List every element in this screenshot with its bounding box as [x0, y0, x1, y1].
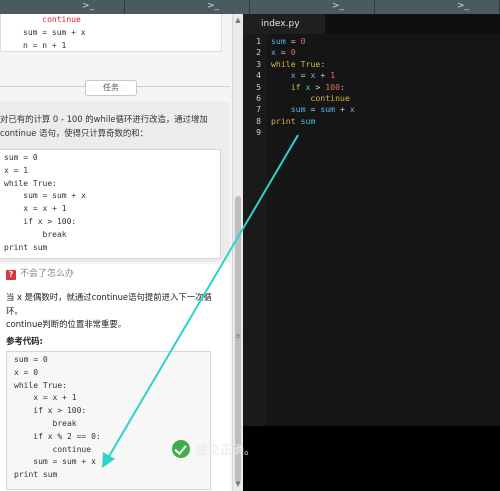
code-line: x = x + 1 — [14, 393, 77, 403]
top-tab-bar: >_ >_ >_ >_ — [0, 0, 500, 14]
hint-paragraph: 当 x 是偶数时，就通过continue语句提前进入下一次循环。 — [6, 292, 212, 316]
check-circle-icon — [172, 440, 190, 458]
code-line: print sum — [14, 470, 58, 480]
terminal-icon: >_ — [81, 1, 94, 11]
hint-title: 不会了怎么办 — [20, 269, 75, 279]
line-code: sum = 0 — [271, 36, 306, 46]
code-line: sum = sum + x — [23, 27, 86, 37]
line-number: 7 — [256, 104, 261, 115]
line-number: 3 — [256, 58, 261, 69]
top-tab[interactable]: >_ — [125, 0, 250, 14]
top-tab[interactable]: >_ — [0, 0, 125, 14]
line-number: 6 — [256, 93, 261, 103]
reference-code-label: 参考代码: — [6, 336, 43, 346]
output-console — [243, 426, 500, 491]
code-line: sum = sum + x — [4, 191, 86, 201]
code-line: sum = 0 — [14, 355, 48, 364]
code-line: break — [4, 229, 67, 239]
submit-result-message: 提交正确。 — [196, 443, 256, 457]
reference-code-box: sum = 0 x = 0 while True: x = x + 1 if x… — [6, 351, 211, 490]
editor-tab-bar: index.py — [243, 14, 500, 34]
code-line: while True: — [14, 380, 67, 390]
scroll-up-icon[interactable]: ▲ — [234, 16, 242, 24]
task-tab-button[interactable]: 任务 — [85, 80, 137, 96]
line-number: 5 — [256, 81, 261, 92]
scroll-down-icon[interactable]: ▼ — [234, 480, 242, 488]
code-block: continue sum = sum + x n = n + 1 — [23, 14, 86, 52]
top-tab[interactable]: >_ — [375, 0, 500, 14]
top-tab[interactable]: >_ — [250, 0, 375, 14]
scroll-grip-icon: ≡ — [235, 332, 241, 340]
code-line: sum = 0 — [4, 153, 38, 162]
line-code: print sum — [271, 115, 316, 126]
code-line: n = n + 1 — [23, 40, 67, 50]
line-code: while True: — [271, 58, 326, 69]
line-code: sum = sum + x — [271, 104, 355, 115]
code-line: x = x + 1 — [4, 204, 67, 214]
code-line: continue — [14, 444, 92, 454]
terminal-icon: >_ — [206, 1, 219, 11]
line-number: 1 — [256, 36, 261, 46]
lesson-scrollbar[interactable]: ▲ ≡ ▼ — [232, 14, 243, 491]
hint-toggle[interactable]: ? 不会了怎么办 — [6, 266, 74, 280]
code-line: if x > 100: — [14, 406, 87, 416]
editor-tab-index-py[interactable]: index.py — [243, 14, 325, 34]
code-block: sum = 0 x = 1 while True: sum = sum + x … — [4, 152, 86, 254]
question-icon: ? — [6, 270, 16, 280]
terminal-icon: >_ — [456, 1, 469, 11]
line-code: if x > 100: — [271, 81, 345, 92]
code-editor: index.py 1 sum = 0 2 x = 0 3 while True: 4 x =… — [243, 14, 500, 491]
line-number: 4 — [256, 70, 261, 81]
code-line: if x % 2 == 0: — [14, 431, 101, 441]
line-code: x = 0 — [271, 47, 296, 58]
task-code-box: sum = 0 x = 1 while True: sum = sum + x … — [0, 149, 221, 259]
hint-paragraph: continue判断的位置非常重要。 — [6, 319, 127, 329]
code-line: x = 1 — [4, 165, 29, 175]
lesson-panel: continue sum = sum + x n = n + 1 任务 对已有的… — [0, 14, 232, 491]
line-code: x = x + 1 — [271, 70, 336, 81]
code-line: print sum — [4, 242, 48, 252]
code-line: x = 0 — [14, 367, 39, 377]
terminal-icon: >_ — [331, 1, 344, 11]
code-block: sum = 0 x = 0 while True: x = x + 1 if x… — [14, 354, 101, 482]
code-line: sum = sum + x — [14, 457, 96, 467]
line-number: 2 — [256, 47, 261, 58]
previous-code-box: continue sum = sum + x n = n + 1 — [0, 14, 222, 52]
line-code: continue — [271, 93, 350, 103]
code-line: break — [14, 418, 77, 428]
code-line: if x > 100: — [4, 216, 77, 226]
code-line: continue — [23, 15, 81, 24]
task-description: 对已有的计算 0 - 100 的while循环进行改造，通过增加 continu… — [0, 114, 208, 138]
code-line: while True: — [4, 178, 57, 188]
line-number: 8 — [256, 115, 261, 126]
line-number: 9 — [256, 127, 261, 138]
